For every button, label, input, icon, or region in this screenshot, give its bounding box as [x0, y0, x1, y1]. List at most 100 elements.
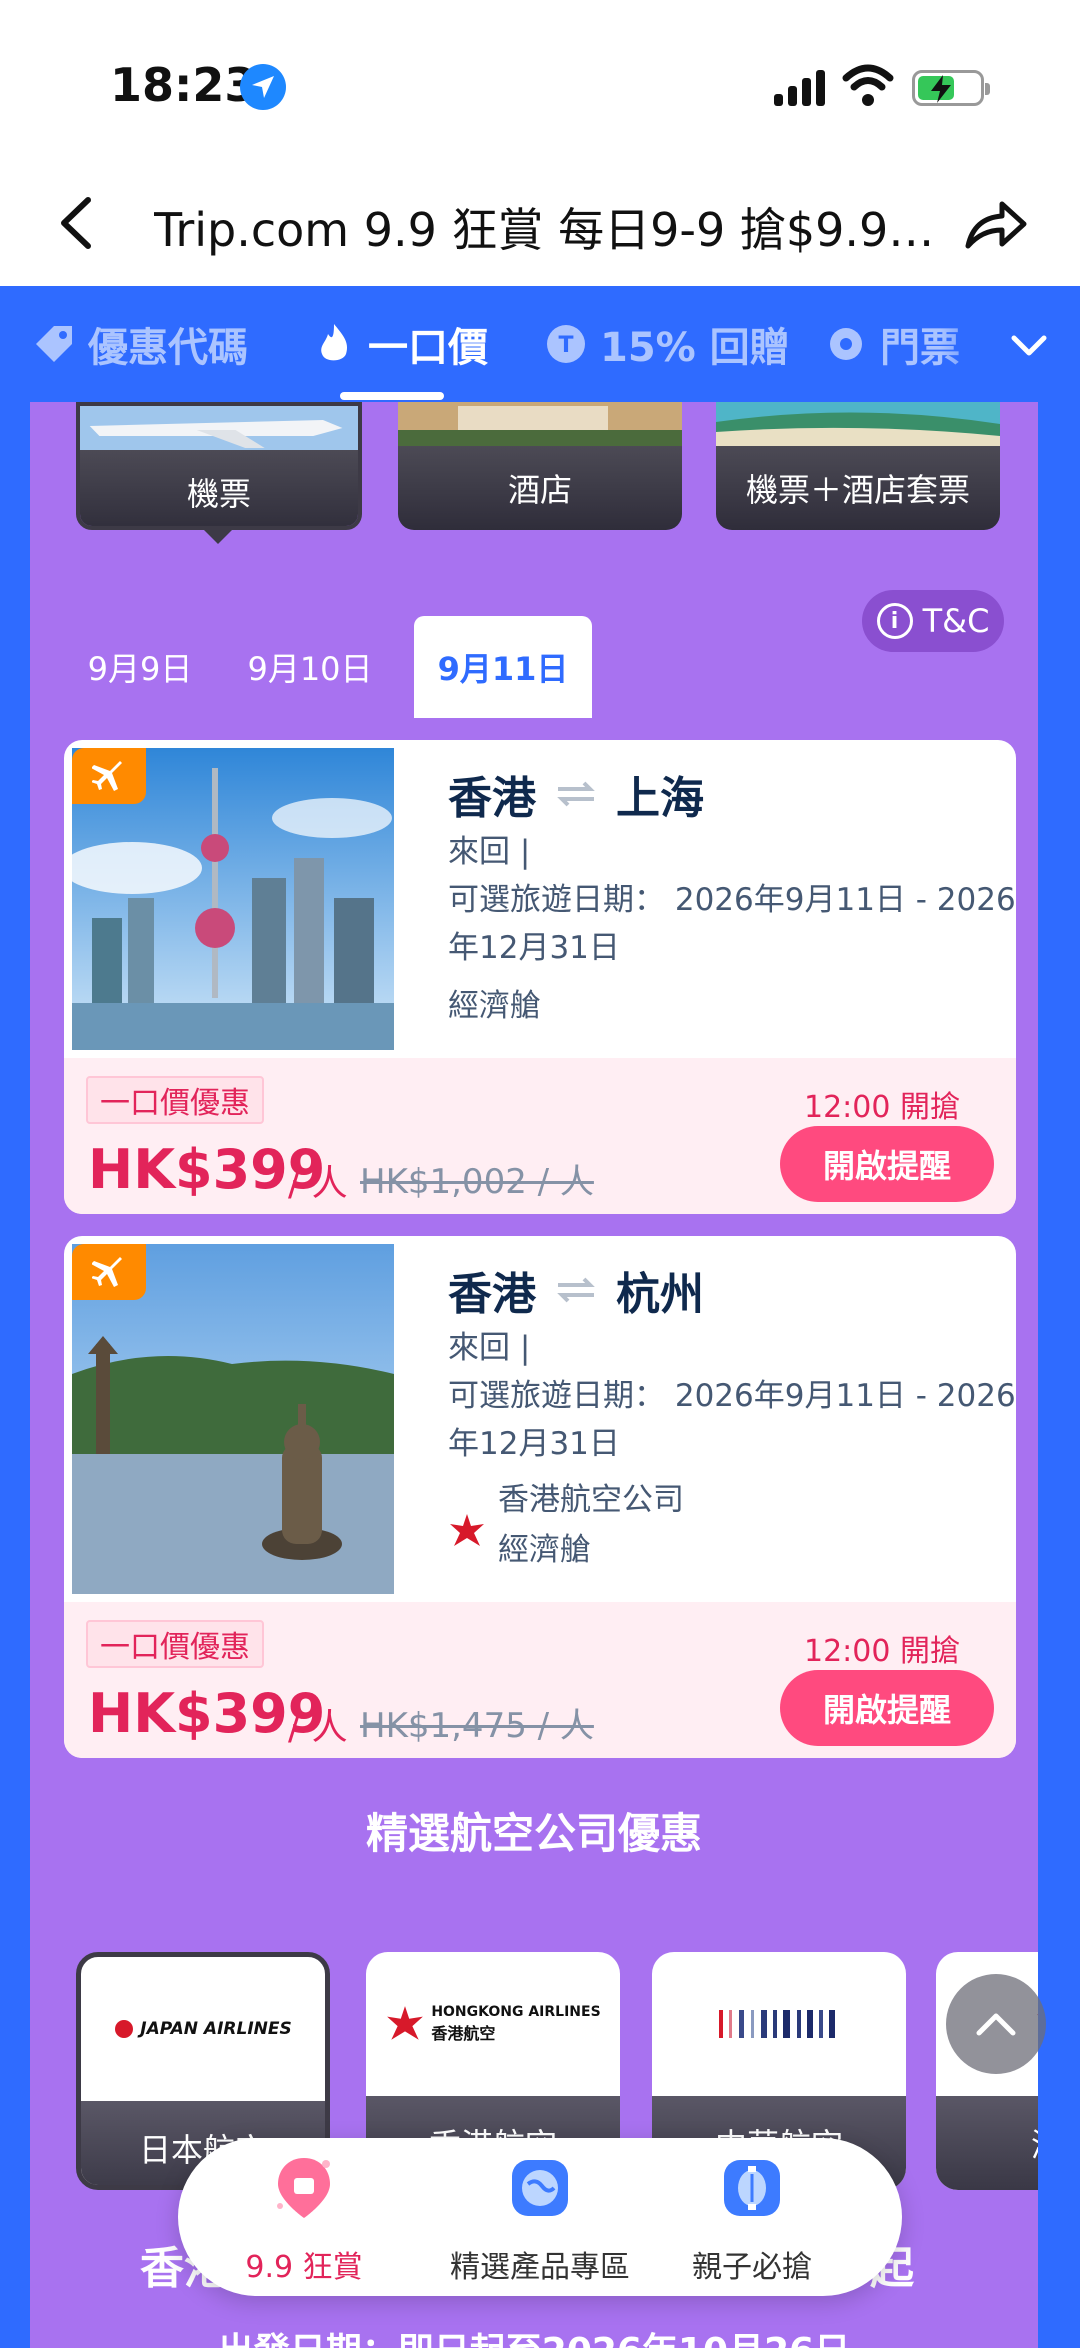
date-tab-sep10[interactable]: 9月10日 — [230, 616, 390, 718]
lantern-icon — [724, 2160, 780, 2216]
fire-icon — [312, 322, 356, 366]
bottom-nav-label: 9.9 狂賞 — [245, 2250, 363, 2285]
back-button[interactable] — [44, 188, 114, 258]
trip-type: 來回 | — [448, 834, 531, 870]
bottom-nav: 9.9 狂賞 精選產品專區 親子必搶 — [178, 2138, 902, 2296]
route-from: 香港 — [448, 773, 536, 824]
tab-promo-code[interactable]: 優惠代碼 — [32, 286, 248, 402]
promo-panel: 機票 酒店 機票＋酒店套票 i T&C 9月9日 9月10日 9月11日 香港 … — [30, 402, 1038, 2348]
route: 香港 杭州 — [448, 1258, 704, 1322]
travel-dates-cont: 年12月31日 — [448, 1426, 620, 1462]
tab-active-indicator — [340, 392, 444, 400]
coin-icon: T — [544, 322, 588, 366]
route: 香港 上海 — [448, 762, 704, 826]
trip-type: 來回 | — [448, 1330, 531, 1366]
ticket-icon — [824, 322, 868, 366]
hongkong-airlines-logo-icon — [387, 2006, 424, 2040]
route-from: 香港 — [448, 1269, 536, 1320]
deal-card[interactable]: 香港 杭州 來回 | 可選旅遊日期： 2026年9月11日 - 2026 年12… — [64, 1236, 1016, 1758]
route-to: 杭州 — [616, 1269, 704, 1320]
airline-logo-text: JAPAN AIRLINES — [140, 2019, 292, 2039]
category-hotel[interactable]: 酒店 — [398, 402, 682, 530]
hotel-image — [398, 402, 682, 446]
cellular-signal-icon — [774, 70, 826, 106]
open-time: 12:00 開搶 — [804, 1090, 960, 1125]
terms-button[interactable]: i T&C — [862, 590, 1004, 652]
date-tab-sep9[interactable]: 9月9日 — [72, 616, 208, 718]
open-time: 12:00 開搶 — [804, 1634, 960, 1669]
category-flight[interactable]: 機票 — [76, 402, 362, 530]
bottom-nav-featured[interactable]: 精選產品專區 — [440, 2138, 640, 2296]
travel-dates-cont: 年12月31日 — [448, 930, 620, 966]
expand-tabs-button[interactable] — [1004, 320, 1054, 370]
category-pointer — [204, 530, 232, 544]
cabin-class: 經濟艙 — [498, 1532, 591, 1568]
tag-icon — [32, 322, 76, 366]
remind-button[interactable]: 開啟提醒 — [780, 1126, 994, 1202]
bottom-nav-family[interactable]: 親子必搶 — [652, 2138, 852, 2296]
share-button[interactable] — [960, 190, 1030, 260]
bottom-nav-99[interactable]: 9.9 狂賞 — [204, 2138, 404, 2296]
round-trip-icon — [557, 781, 595, 807]
terms-label: T&C — [922, 602, 990, 640]
category-package[interactable]: 機票＋酒店套票 — [716, 402, 1000, 530]
date-tab-sep11[interactable]: 9月11日 — [414, 616, 592, 718]
price-strip: 一口價優惠 HK$399 / 人 HK$1,475 / 人 12:00 開搶 開… — [64, 1602, 1016, 1758]
flight-badge-icon — [72, 748, 146, 804]
travel-dates: 可選旅遊日期： 2026年9月11日 - 2026 — [448, 1378, 1016, 1414]
airline-name: 澳洲 — [936, 2096, 1038, 2190]
per-person: / 人 — [288, 1163, 348, 1204]
tab-label: 15% 回贈 — [600, 325, 790, 371]
price-strip: 一口價優惠 HK$399 / 人 HK$1,002 / 人 12:00 開搶 開… — [64, 1058, 1016, 1214]
bottom-nav-label: 精選產品專區 — [450, 2250, 630, 2285]
location-arrow-icon — [240, 64, 286, 110]
airplane-image — [80, 406, 358, 450]
deal-tag: 一口價優惠 — [86, 1076, 264, 1124]
airline-logo — [652, 1952, 906, 2096]
hongkong-airlines-logo-icon — [450, 1514, 484, 1546]
wifi-icon — [842, 64, 894, 106]
airline-logo: JAPAN AIRLINES — [81, 1957, 325, 2101]
original-price: HK$1,475 / 人 — [360, 1706, 594, 1746]
nav-bar: Trip.com 9.9 狂賞 每日9-9 搶$9.9 … — [0, 160, 1080, 286]
cabin-class: 經濟艙 — [448, 988, 541, 1024]
chevron-down-icon — [1011, 335, 1047, 356]
per-person: / 人 — [288, 1707, 348, 1748]
tab-label: 優惠代碼 — [88, 325, 248, 371]
category-label: 機票 — [80, 450, 358, 526]
home-pin-icon — [277, 2158, 330, 2218]
jal-crane-icon — [115, 2020, 134, 2038]
round-trip-icon — [557, 1277, 595, 1303]
scroll-to-top-button[interactable] — [946, 1974, 1046, 2074]
battery-icon — [912, 70, 990, 106]
category-label: 酒店 — [398, 446, 682, 530]
bottom-nav-label: 親子必搶 — [692, 2250, 812, 2285]
route-to: 上海 — [616, 773, 704, 824]
travel-dates: 可選旅遊日期： 2026年9月11日 - 2026 — [448, 882, 1016, 918]
deal-tag: 一口價優惠 — [86, 1620, 264, 1668]
page-title: Trip.com 9.9 狂賞 每日9-9 搶$9.9 … — [154, 203, 944, 257]
airline-logo-sub: 香港航空 — [431, 2024, 496, 2043]
promo-departure-date: 出發日期：即日起至2026年10月26日 — [30, 2322, 1038, 2348]
airline-logo-text: HONGKONG AIRLINES — [431, 2004, 601, 2020]
chevron-left-icon — [61, 197, 91, 249]
airline-logo: HONGKONG AIRLINES 香港航空 — [366, 1952, 620, 2096]
section-title: 精選航空公司優惠 — [365, 1809, 702, 1858]
tab-fixed-price[interactable]: 一口價 — [312, 286, 488, 402]
tab-label: 一口價 — [368, 325, 488, 371]
barcode-logo-icon — [719, 2010, 835, 2038]
info-icon: i — [876, 603, 913, 639]
flight-badge-icon — [72, 1244, 146, 1300]
svg-text:T: T — [558, 333, 573, 358]
deal-card[interactable]: 香港 上海 來回 | 可選旅遊日期： 2026年9月11日 - 2026 年12… — [64, 740, 1016, 1214]
status-bar: 18:23 — [0, 0, 1080, 160]
share-icon — [965, 201, 1027, 249]
category-label: 機票＋酒店套票 — [716, 446, 1000, 530]
main-content: 機票 酒店 機票＋酒店套票 i T&C 9月9日 9月10日 9月11日 香港 … — [0, 402, 1080, 2348]
chevron-up-icon — [976, 2013, 1016, 2036]
status-time: 18:23 — [110, 58, 257, 112]
remind-button[interactable]: 開啟提醒 — [780, 1670, 994, 1746]
globe-icon — [512, 2160, 568, 2216]
tab-cashback[interactable]: T 15% 回贈 — [544, 286, 790, 402]
resort-image — [716, 402, 1000, 446]
